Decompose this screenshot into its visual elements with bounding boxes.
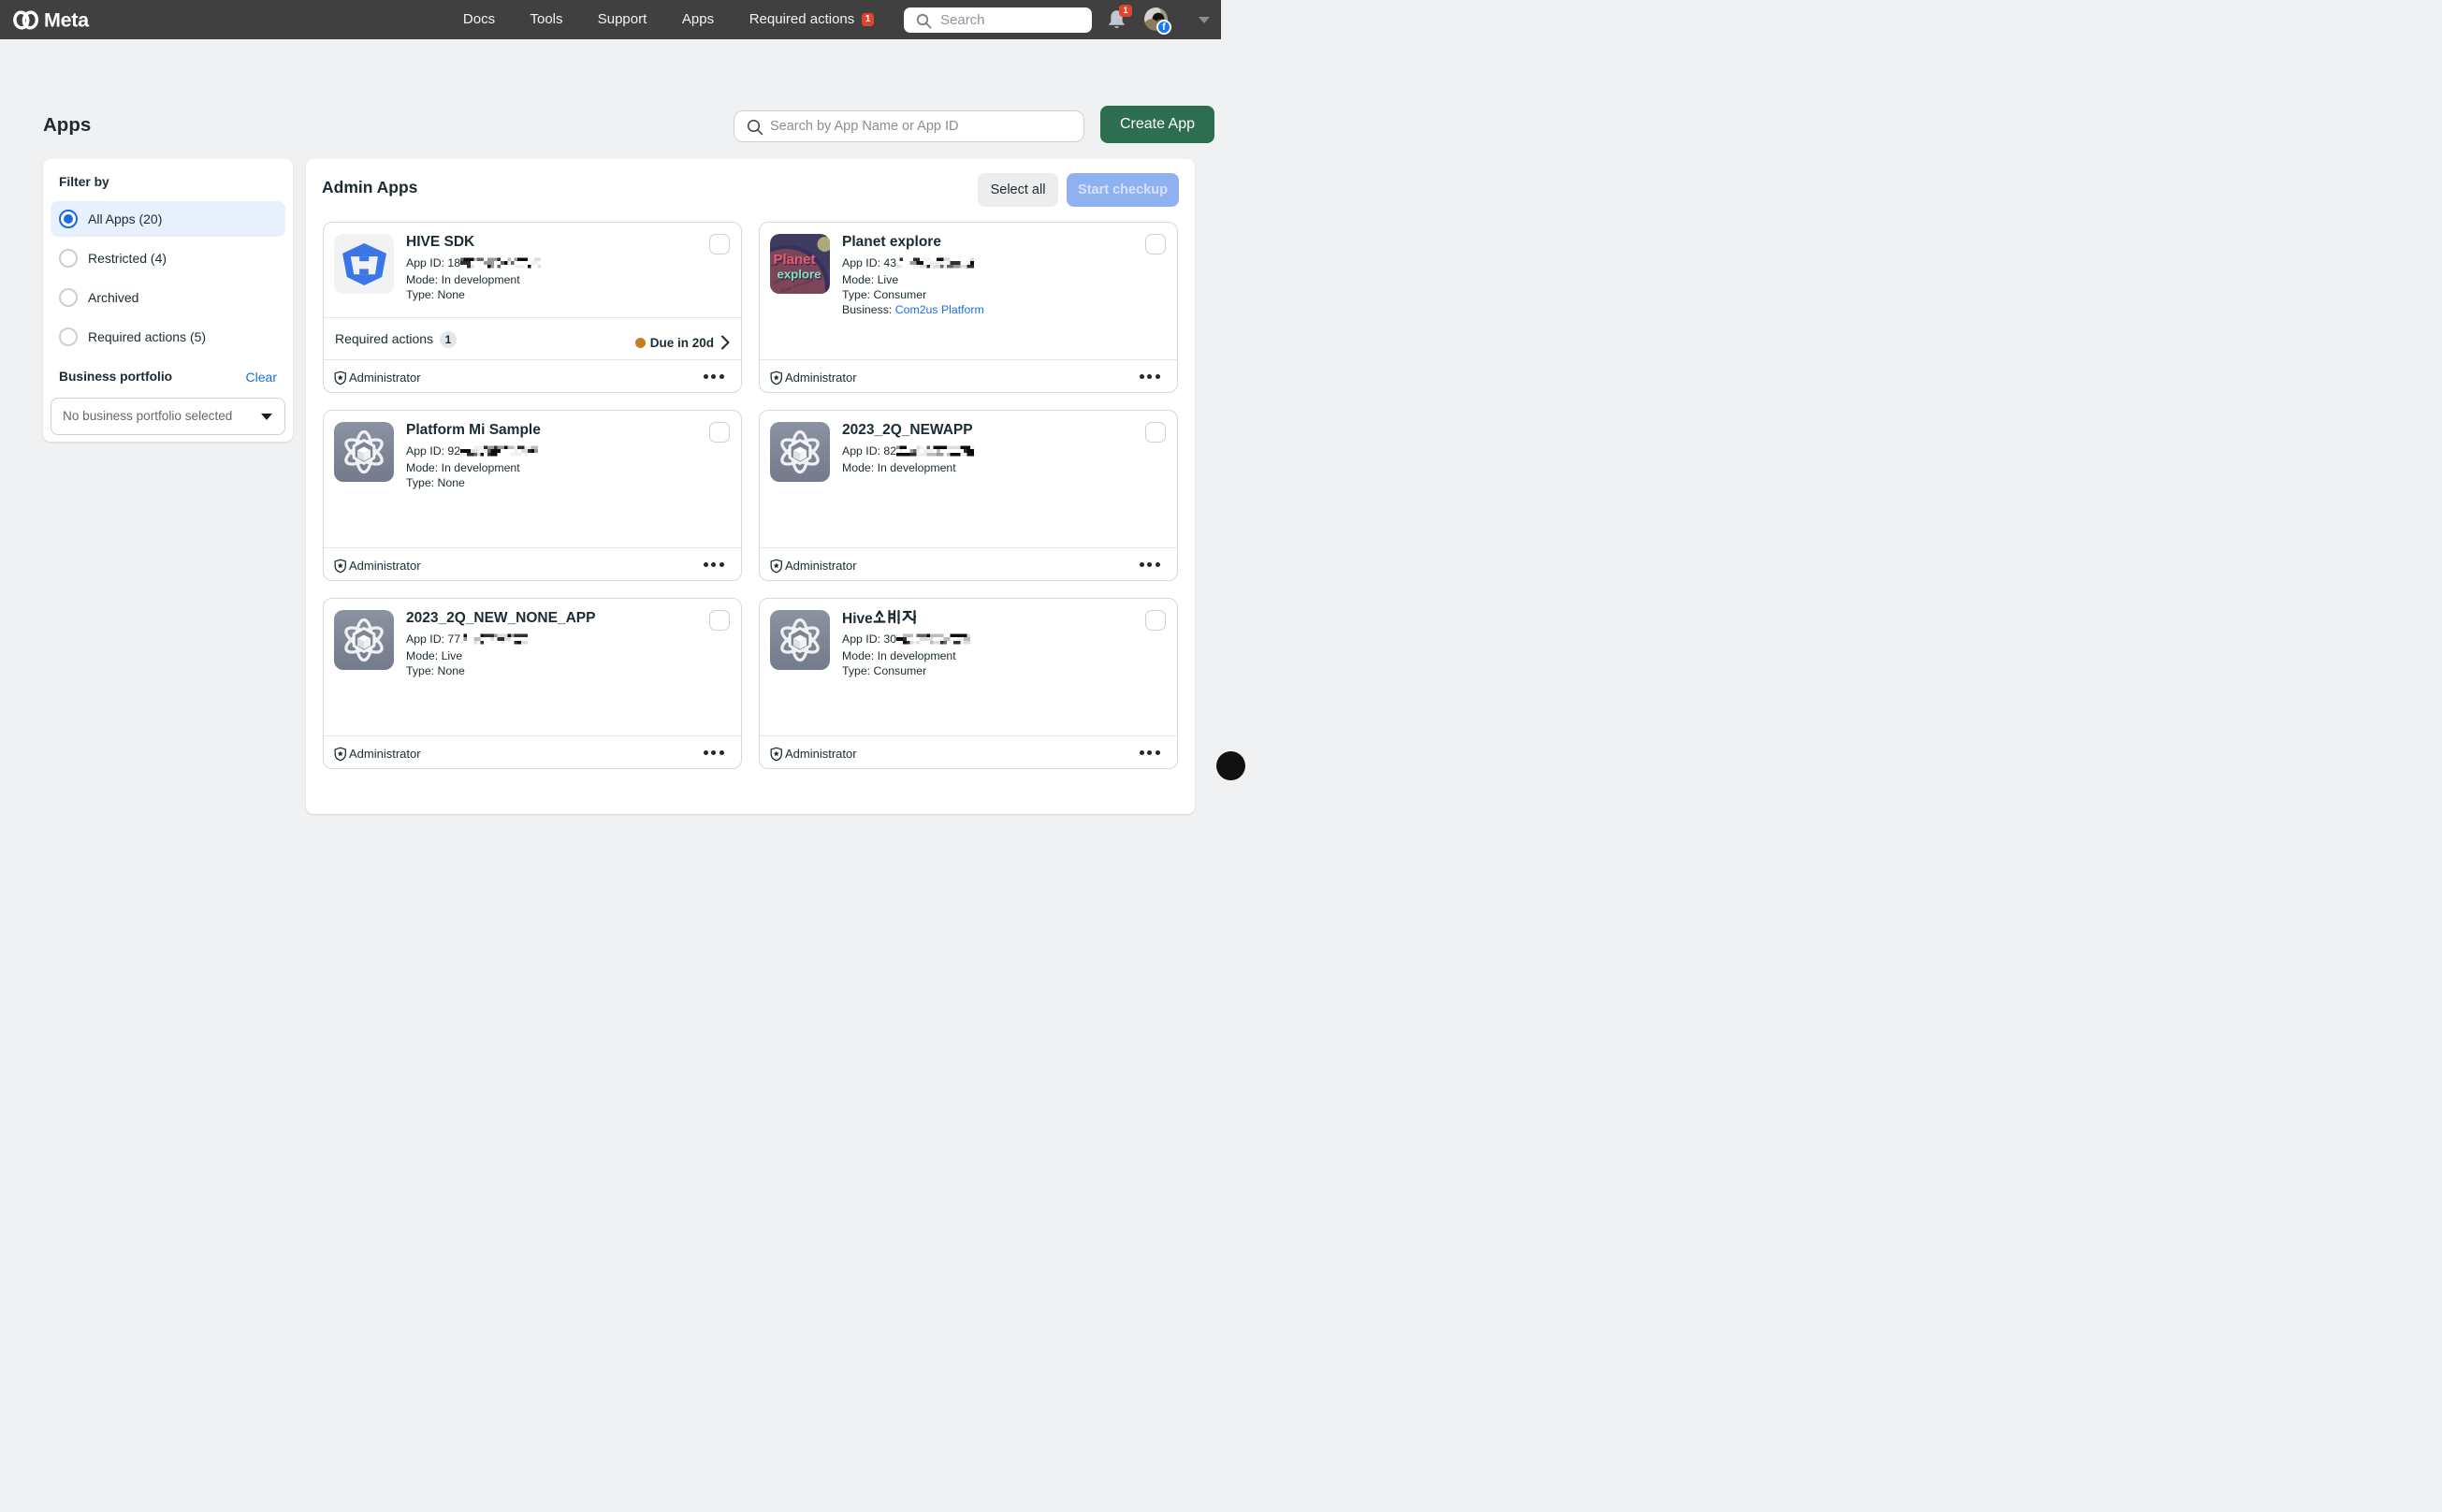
svg-text:Planet: Planet (774, 252, 816, 268)
svg-text:Meta: Meta (44, 9, 90, 31)
svg-text:explore: explore (778, 268, 821, 282)
